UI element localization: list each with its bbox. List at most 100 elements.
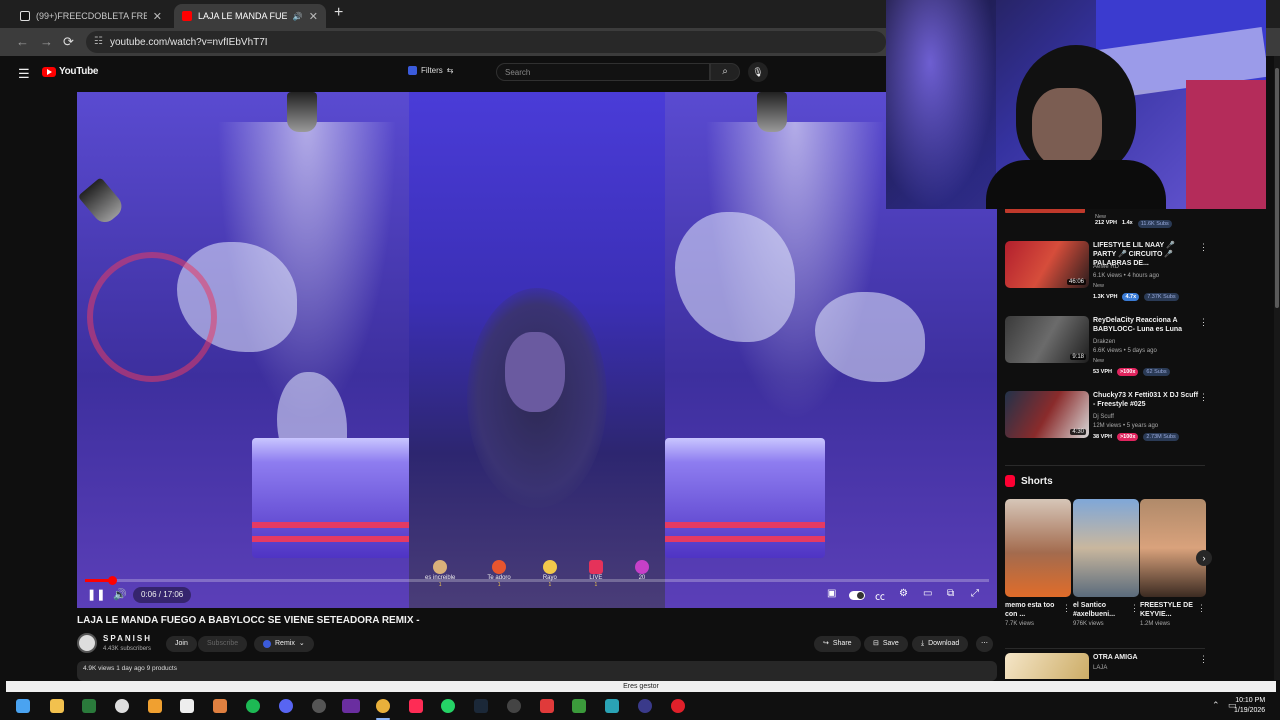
recommendation-channel[interactable]: LAJA [1093,665,1107,671]
volume-icon[interactable]: 🔊 [113,588,127,601]
recommendation-channel[interactable]: Dj Scuff [1093,414,1114,420]
share-icon: ↪ [823,640,829,647]
remix-button[interactable]: Remix ⌄ [254,636,314,652]
recommendation-item[interactable]: OTRA AMIGA LAJA ⋮ [1005,653,1210,679]
channel-name[interactable]: SPANISH [103,634,152,643]
app-icon[interactable] [82,699,96,713]
fullscreen-icon[interactable]: ⤢ [971,588,979,599]
join-button[interactable]: Join [166,636,197,652]
windows-start-icon[interactable] [16,699,30,713]
extension-icon[interactable]: ▣ [827,588,836,599]
short-item[interactable]: el Santico #axelbueni... 976K views ⋮ [1073,499,1139,627]
short-title[interactable]: memo esta too con ... [1005,601,1061,619]
system-clock[interactable]: 10:10 PM 1/19/2026 [1234,696,1265,716]
close-tab-icon[interactable]: ✕ [153,10,162,23]
autoplay-toggle[interactable] [849,591,865,600]
search-button[interactable]: ⌕ [710,63,740,81]
subscribe-button[interactable]: Subscribe [198,636,248,652]
save-button[interactable]: ⊟ Save [864,636,908,652]
app-icon[interactable] [605,699,619,713]
app-icon[interactable] [180,699,194,713]
cast-icon[interactable]: ⧉ [947,588,954,599]
recommendation-item[interactable]: 9:18 ReyDelaCity Reacciona A BABYLOCC- L… [1005,316,1210,386]
discord-icon[interactable] [279,699,293,713]
page-scrollbar[interactable] [1274,56,1280,680]
tiktok-icon[interactable] [409,699,423,713]
settings-icon[interactable]: ⚙ [899,588,908,599]
app-icon[interactable] [115,699,129,713]
more-options-icon[interactable]: ⋮ [1199,392,1208,403]
more-options-icon[interactable]: ⋮ [1199,242,1208,253]
minecraft-icon[interactable] [572,699,586,713]
pause-icon[interactable]: ❚❚ [87,588,105,601]
miniplayer-icon[interactable]: ▭ [923,588,932,599]
menu-icon[interactable]: ☰ [18,66,30,82]
short-title[interactable]: FREESTYLE DE KEYVIE... [1140,601,1196,619]
app-icon[interactable] [148,699,162,713]
new-tab-button[interactable]: + [334,4,343,22]
download-button[interactable]: ⤓ Download [912,636,969,652]
recommendation-item[interactable]: 46:06 LIFESTYLE LIL NAAY 🎤 PARTY 🎤 CIRCU… [1005,241,1210,311]
video-thumbnail[interactable]: 9:18 [1005,316,1089,363]
reaction-item: 20 [634,560,649,581]
video-thumbnail[interactable]: 4:30 [1005,391,1089,438]
recommendation-item[interactable]: 4:30 Chucky73 X Fetti031 X DJ Scuff - Fr… [1005,391,1210,461]
more-options-icon[interactable]: ⋮ [1199,317,1208,328]
recommendation-channel[interactable]: Drakzen [1093,339,1115,345]
tab-youtube-video[interactable]: LAJA LE MANDA FUEGO A B 🔊 ✕ [174,4,326,28]
youtube-logo[interactable]: YouTube [42,66,99,77]
share-button[interactable]: ↪ Share [814,636,861,652]
recommendation-title[interactable]: ReyDelaCity Reacciona A BABYLOCC- Luna e… [1093,316,1199,334]
app-icon[interactable] [540,699,554,713]
video-thumbnail[interactable]: 46:06 [1005,241,1089,288]
multiplier-badge: >100x [1116,368,1139,376]
obs-icon[interactable] [312,699,326,713]
forward-button[interactable]: → [40,34,53,49]
short-thumbnail[interactable] [1140,499,1206,597]
chevron-right-icon[interactable]: › [1196,550,1212,566]
description-box[interactable]: 4.9K views 1 day ago 9 products [77,661,997,681]
site-info-icon[interactable]: ☷ [94,36,103,47]
voice-search-icon[interactable]: 🎙 [748,62,768,82]
app-icon[interactable] [638,699,652,713]
video-player[interactable]: es increible 1 Te adoro 1 Rayo 1 LIVE 1 [77,92,997,608]
recommendation-channel[interactable]: AeMe RD [1093,264,1119,270]
speaker-icon[interactable]: 🔊 [293,12,303,21]
video-thumbnail[interactable] [1005,653,1089,679]
chrome-icon[interactable] [376,699,390,713]
file-explorer-icon[interactable] [50,699,64,713]
scrollbar-thumb[interactable] [1275,68,1279,308]
more-options-icon[interactable]: ⋮ [1197,603,1206,614]
subs-badge: 2.73M Subs [1143,433,1179,441]
spotify-icon[interactable] [246,699,260,713]
more-options-icon[interactable]: ⋮ [1062,603,1071,614]
close-tab-icon[interactable]: ✕ [309,10,318,23]
progress-bar[interactable] [85,576,989,585]
short-item[interactable]: FREESTYLE DE KEYVIE... 1.2M views ⋮ [1140,499,1206,627]
short-thumbnail[interactable] [1073,499,1139,597]
app-icon[interactable] [342,699,360,713]
steam-icon[interactable] [474,699,488,713]
short-title[interactable]: el Santico #axelbueni... [1073,601,1129,619]
address-bar[interactable]: ☷ youtube.com/watch?v=nvfIEbVhT7I [86,31,886,53]
opera-icon[interactable] [671,699,685,713]
tab-freechim[interactable]: (99+)FREECDOBLETA FREECHIM ✕ [12,4,170,28]
multiplier-badge: 1.4x [1122,220,1133,226]
more-options-icon[interactable]: ⋮ [1130,603,1139,614]
app-icon[interactable] [507,699,521,713]
more-options-icon[interactable]: ⋮ [1199,654,1208,665]
search-input[interactable]: Search [496,63,710,81]
app-icon[interactable] [213,699,227,713]
whatsapp-icon[interactable] [441,699,455,713]
reload-button[interactable]: ⟳ [63,34,74,50]
back-button[interactable]: ← [16,34,29,49]
captions-icon[interactable]: ㏄ [875,588,885,603]
tray-chevron-icon[interactable]: ⌃ [1212,700,1220,711]
recommendation-title[interactable]: Chucky73 X Fetti031 X DJ Scuff - Freesty… [1093,391,1199,409]
short-thumbnail[interactable] [1005,499,1071,597]
short-item[interactable]: memo esta too con ... 7.7K views ⋮ [1005,499,1071,627]
recommendation-title[interactable]: OTRA AMIGA [1093,653,1199,662]
filters-button[interactable]: Filters ⇆ [408,66,453,75]
more-actions-button[interactable]: ⋯ [976,636,993,652]
channel-avatar[interactable] [77,633,97,653]
